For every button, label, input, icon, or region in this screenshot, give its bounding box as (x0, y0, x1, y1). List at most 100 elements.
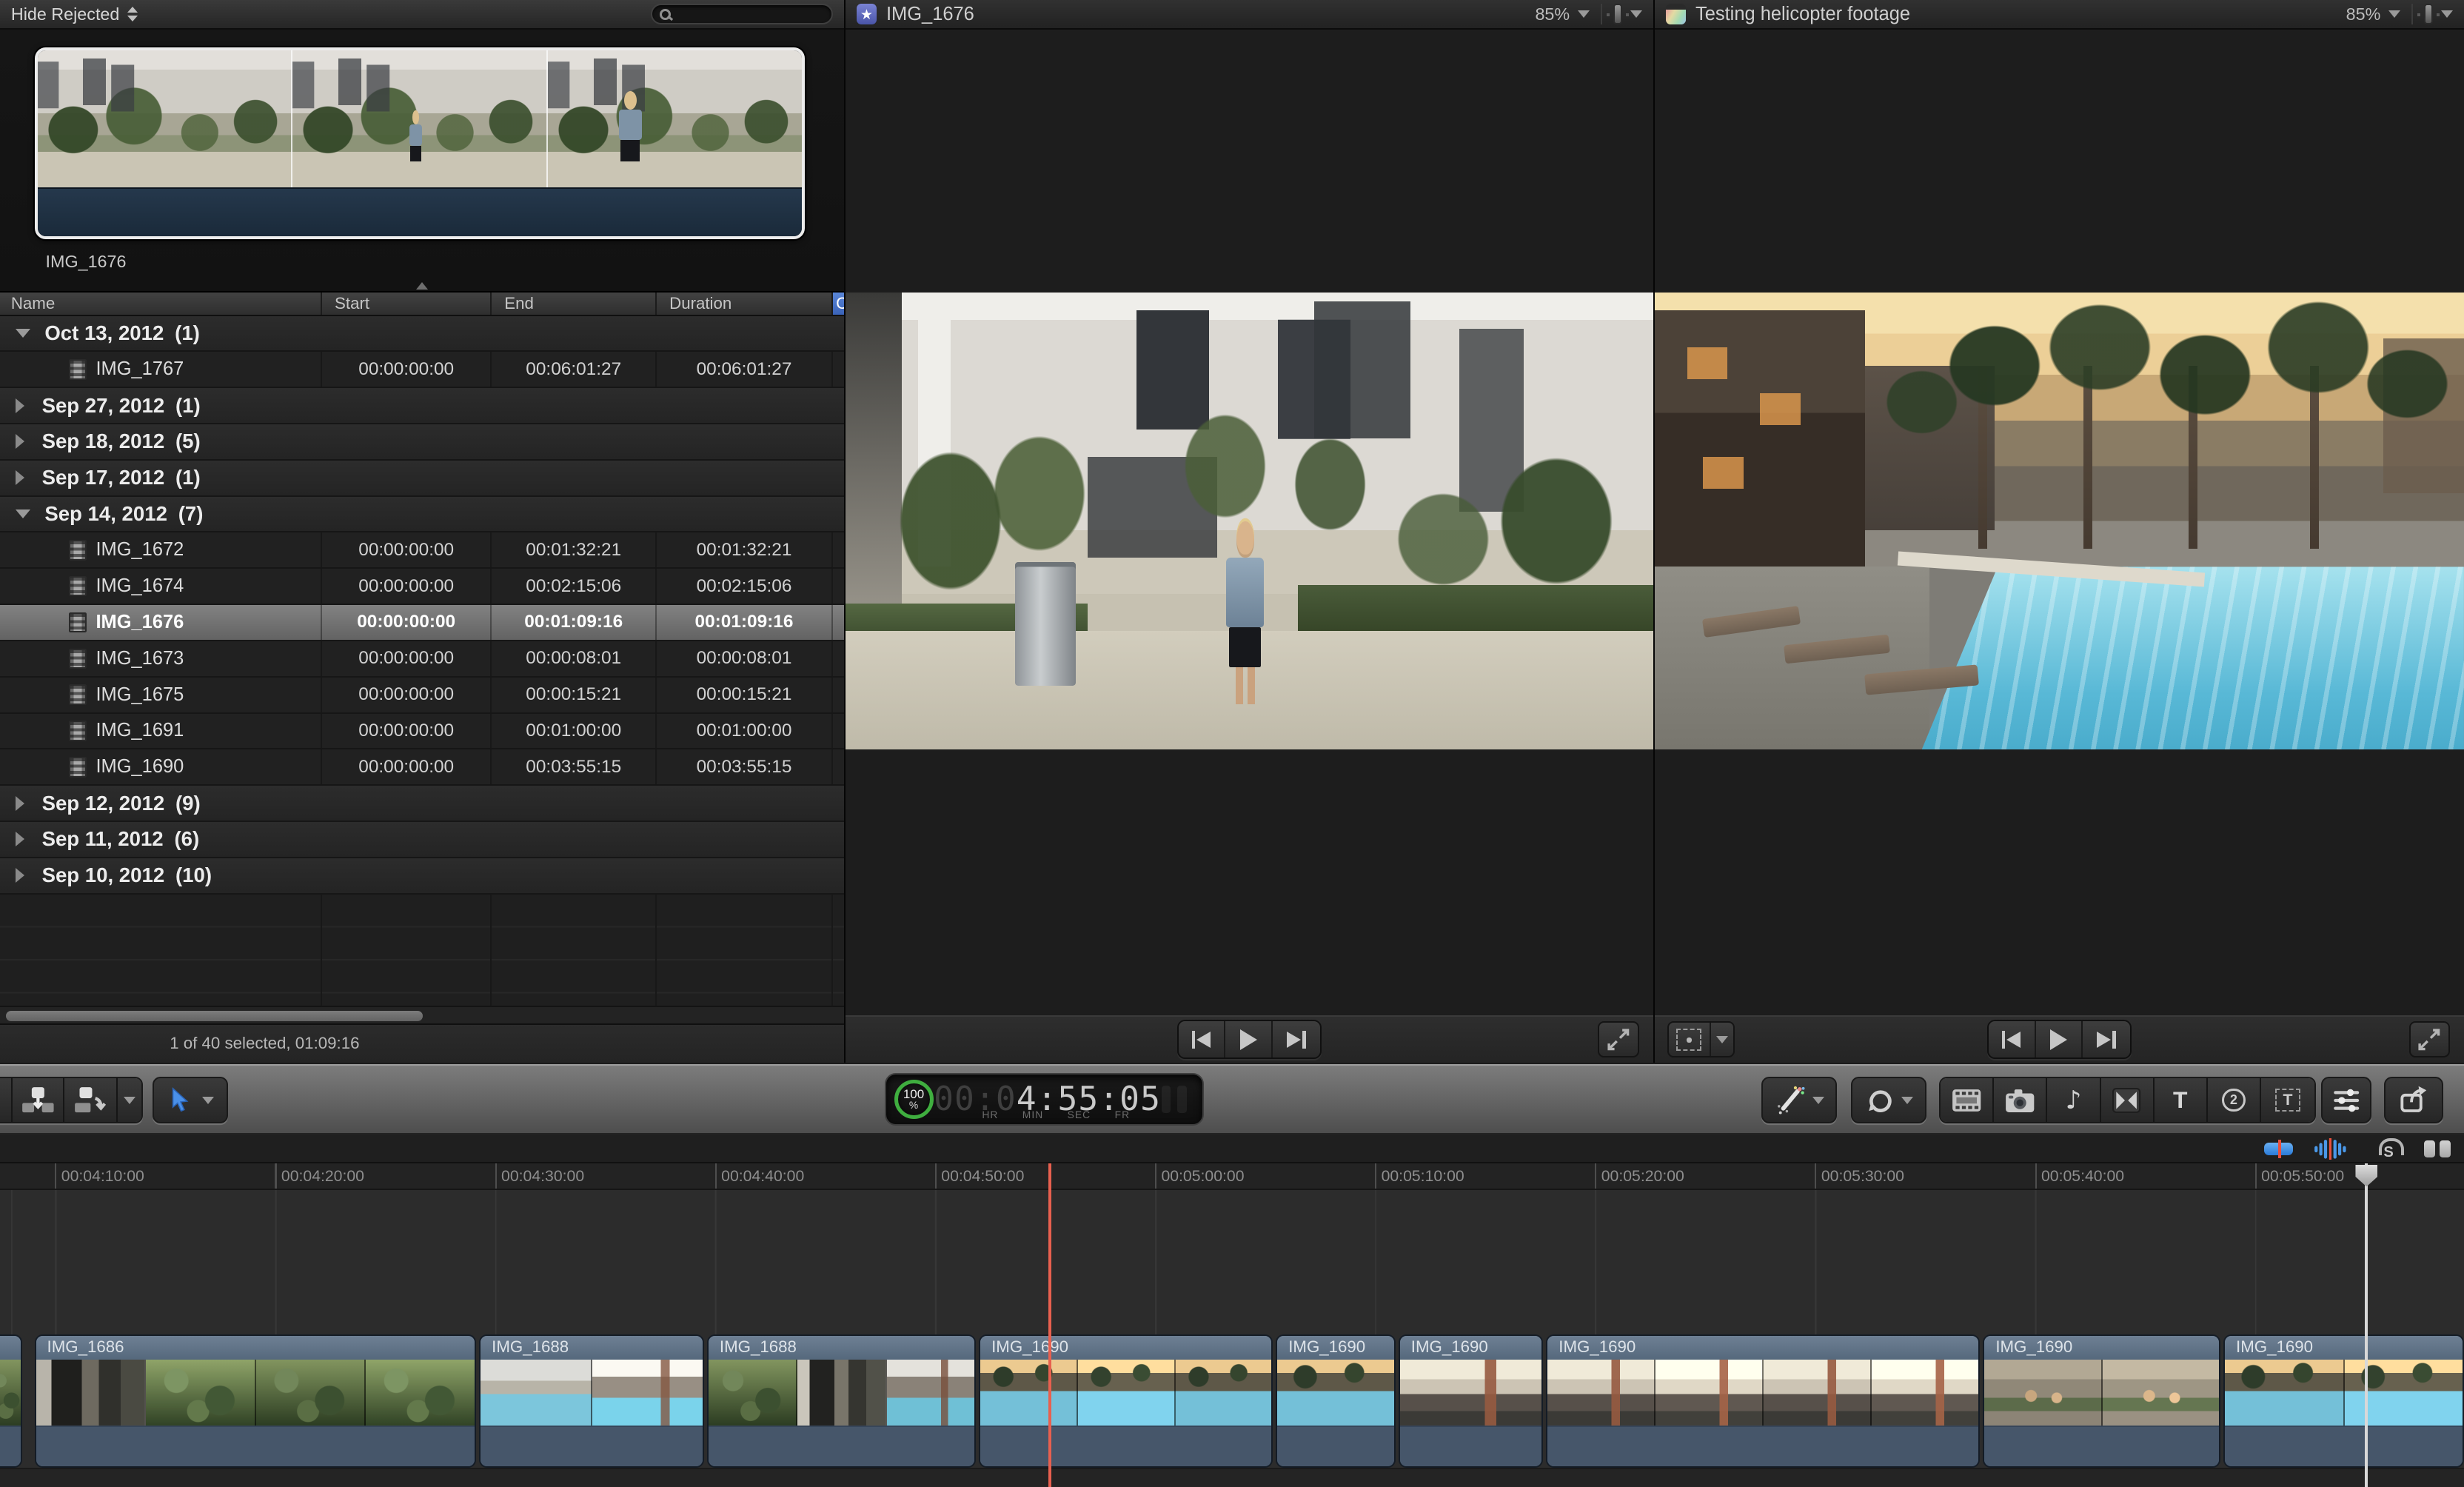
disclosure-right-icon[interactable] (16, 434, 24, 449)
timeline-clip[interactable]: IMG_1690 (979, 1334, 1273, 1468)
photos-browser-button[interactable] (1994, 1078, 2047, 1123)
display-options-icon[interactable] (2424, 4, 2434, 24)
next-frame-button[interactable] (1273, 1021, 1320, 1057)
timeline-clip[interactable]: IMG_1690 (1546, 1334, 1980, 1468)
disclosure-right-icon[interactable] (16, 398, 24, 413)
timeline-clip[interactable]: IMG_1690 (1399, 1334, 1543, 1468)
timeline-clip[interactable]: IMG_1686 (35, 1334, 476, 1468)
clip-row[interactable]: IMG_1691 00:00:00:00 00:01:00:00 00:01:0… (0, 714, 844, 750)
date-group-row[interactable]: Sep 10, 2012(10) (0, 858, 844, 895)
date-group-row[interactable]: Oct 13, 2012(1) (0, 316, 844, 352)
filmstrip-frames[interactable] (38, 50, 802, 188)
themes-browser-button[interactable]: T (2261, 1078, 2314, 1123)
titles-browser-button[interactable]: T (2155, 1078, 2208, 1123)
panel-resize-handle[interactable] (416, 282, 428, 290)
clip-row[interactable]: IMG_1674 00:00:00:00 00:02:15:06 00:02:1… (0, 569, 844, 605)
date-group-row[interactable]: Sep 18, 2012(5) (0, 424, 844, 461)
zoom-dropdown-icon[interactable] (2388, 10, 2400, 18)
date-group-row[interactable]: Sep 17, 2012(1) (0, 461, 844, 497)
fullscreen-button[interactable] (2409, 1021, 2450, 1057)
insert-edit-button[interactable] (13, 1078, 64, 1123)
event-viewer-canvas[interactable] (846, 30, 1653, 1015)
filter-dropdown[interactable]: Hide Rejected (11, 4, 138, 24)
disclosure-right-icon[interactable] (16, 470, 24, 485)
disclosure-right-icon[interactable] (16, 832, 24, 846)
timeline-clip[interactable]: IMG_1688 (479, 1334, 704, 1468)
music-browser-button[interactable]: ♪ (2047, 1078, 2100, 1123)
column-header-end[interactable]: End (492, 293, 657, 315)
tool-dropdown-icon[interactable] (202, 1097, 214, 1104)
column-header-partial[interactable]: C (833, 293, 844, 315)
select-tool-button[interactable] (153, 1077, 228, 1124)
display-dropdown-icon[interactable] (1630, 10, 1642, 18)
disclosure-right-icon[interactable] (16, 868, 24, 883)
date-group-row[interactable]: Sep 12, 2012(9) (0, 786, 844, 822)
zoom-level-value[interactable]: 85% (1535, 4, 1570, 24)
append-edit-button[interactable] (64, 1078, 118, 1123)
retime-dropdown-icon[interactable] (1901, 1097, 1913, 1104)
date-group-row[interactable]: Sep 11, 2012(6) (0, 822, 844, 858)
timecode-display[interactable]: 100 % 00:04:55:05 HRMINSECFR (885, 1073, 1204, 1125)
timeline-clip[interactable]: IMG_1688 (707, 1334, 976, 1468)
timeline-clip[interactable] (0, 1334, 22, 1468)
edit-options-dropdown[interactable] (118, 1078, 141, 1123)
horizontal-scrollbar[interactable] (0, 1006, 844, 1023)
display-dropdown-icon[interactable] (2441, 10, 2453, 18)
previous-frame-button[interactable] (1989, 1021, 2036, 1057)
connect-edit-button[interactable] (0, 1078, 13, 1123)
date-group-row[interactable]: Sep 27, 2012(1) (0, 388, 844, 424)
search-input[interactable] (677, 5, 824, 23)
enhancements-button[interactable] (1761, 1077, 1837, 1124)
previous-frame-button[interactable] (1179, 1021, 1226, 1057)
zoom-level-value[interactable]: 85% (2346, 4, 2381, 24)
clip-row-selected[interactable]: IMG_1676 00:00:00:00 00:01:09:16 00:01:0… (0, 605, 844, 641)
solo-toggle[interactable]: S (2370, 1138, 2408, 1160)
trash-can-figure (1015, 562, 1076, 686)
clip-row[interactable]: IMG_1673 00:00:00:00 00:00:08:01 00:00:0… (0, 641, 844, 678)
skimming-icon (2264, 1143, 2292, 1155)
clip-row[interactable]: IMG_1675 00:00:00:00 00:00:15:21 00:00:1… (0, 678, 844, 714)
inspector-button[interactable] (2321, 1077, 2371, 1124)
disclosure-down-icon[interactable] (16, 329, 30, 338)
transitions-browser-button[interactable] (2101, 1078, 2155, 1123)
column-header-name[interactable]: Name (0, 293, 322, 315)
display-options-icon[interactable] (1613, 4, 1623, 24)
timeline-clip[interactable]: IMG_1690 (1983, 1334, 2220, 1468)
playback-quality-gauge: 100 % (894, 1080, 934, 1119)
generators-browser-button[interactable]: 2 (2208, 1078, 2261, 1123)
selected-clip-filmstrip[interactable] (35, 47, 805, 239)
scrollbar-thumb[interactable] (6, 1011, 422, 1022)
clip-row[interactable]: IMG_1690 00:00:00:00 00:03:55:15 00:03:5… (0, 749, 844, 786)
timeline-clip[interactable]: IMG_1690 (2223, 1334, 2464, 1468)
disclosure-down-icon[interactable] (16, 509, 30, 518)
transform-dropdown[interactable] (1710, 1023, 1733, 1056)
audio-meters-icon[interactable] (1162, 1086, 1187, 1112)
titles-t-icon: T (2173, 1086, 2187, 1114)
retime-button[interactable] (1851, 1077, 1926, 1124)
audio-skimming-toggle[interactable] (2311, 1138, 2349, 1160)
share-button[interactable] (2384, 1077, 2444, 1124)
clip-row[interactable]: IMG_1672 00:00:00:00 00:01:32:21 00:01:3… (0, 532, 844, 569)
date-group-row[interactable]: Sep 14, 2012(7) (0, 497, 844, 533)
disclosure-right-icon[interactable] (16, 796, 24, 811)
play-button[interactable] (2036, 1021, 2083, 1057)
transform-tool-button[interactable] (1667, 1021, 1735, 1057)
column-header-start[interactable]: Start (322, 293, 492, 315)
playhead[interactable] (1048, 1163, 1051, 1487)
timecode-units: HRMINSECFR (973, 1109, 1139, 1120)
zoom-dropdown-icon[interactable] (1578, 10, 1590, 18)
next-frame-button[interactable] (2083, 1021, 2130, 1057)
event-viewer-transport (846, 1015, 1653, 1063)
play-button[interactable] (1225, 1021, 1273, 1057)
clip-row[interactable]: IMG_1767 00:00:00:00 00:06:01:27 00:06:0… (0, 352, 844, 388)
snapping-toggle[interactable] (2418, 1138, 2456, 1160)
search-field[interactable] (651, 4, 833, 24)
enhancements-dropdown-icon[interactable] (1812, 1097, 1824, 1104)
skimming-toggle[interactable] (2260, 1138, 2297, 1160)
column-header-duration[interactable]: Duration (657, 293, 833, 315)
timeline-clip[interactable]: IMG_1690 (1276, 1334, 1395, 1468)
project-viewer-canvas[interactable] (1655, 30, 2464, 1015)
video-browser-button[interactable] (1941, 1078, 1994, 1123)
fullscreen-button[interactable] (1598, 1021, 1638, 1057)
timeline-ruler[interactable]: 00:04:10:00 00:04:20:00 00:04:30:00 00:0… (0, 1163, 2464, 1190)
